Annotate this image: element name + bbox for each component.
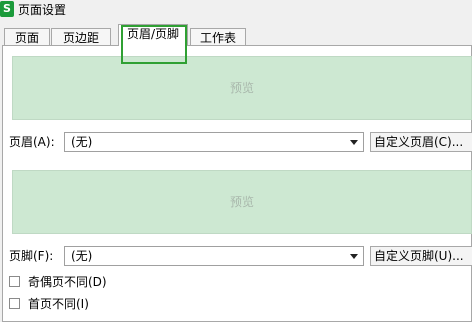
window-title: 页面设置 (18, 3, 67, 17)
tab-margins[interactable]: 页边距 (51, 28, 111, 46)
custom-header-button[interactable]: 自定义页眉(C)... (370, 132, 472, 152)
tab-worksheet[interactable]: 工作表 (190, 28, 246, 46)
chevron-down-icon (350, 254, 358, 259)
header-select-value: (无) (71, 135, 93, 149)
footer-select[interactable]: (无) (64, 246, 364, 266)
tab-header-footer[interactable]: 页眉/页脚 (118, 24, 188, 46)
header-label: 页眉(A): (9, 135, 55, 149)
tab-page[interactable]: 页面 (4, 28, 50, 46)
header-preview: 预览 (12, 56, 472, 120)
footer-label: 页脚(F): (9, 249, 54, 263)
odd-even-label: 奇偶页不同(D) (28, 275, 107, 289)
title-bar: S 页面设置 (0, 0, 472, 20)
odd-even-checkbox[interactable] (9, 276, 20, 287)
first-page-label: 首页不同(I) (28, 297, 89, 311)
chevron-down-icon (350, 140, 358, 145)
header-select[interactable]: (无) (64, 132, 364, 152)
custom-footer-button[interactable]: 自定义页脚(U)... (370, 246, 472, 266)
wps-spreadsheet-icon: S (0, 1, 14, 17)
footer-select-value: (无) (71, 249, 93, 263)
first-page-checkbox[interactable] (9, 298, 20, 309)
footer-preview: 预览 (12, 170, 472, 234)
